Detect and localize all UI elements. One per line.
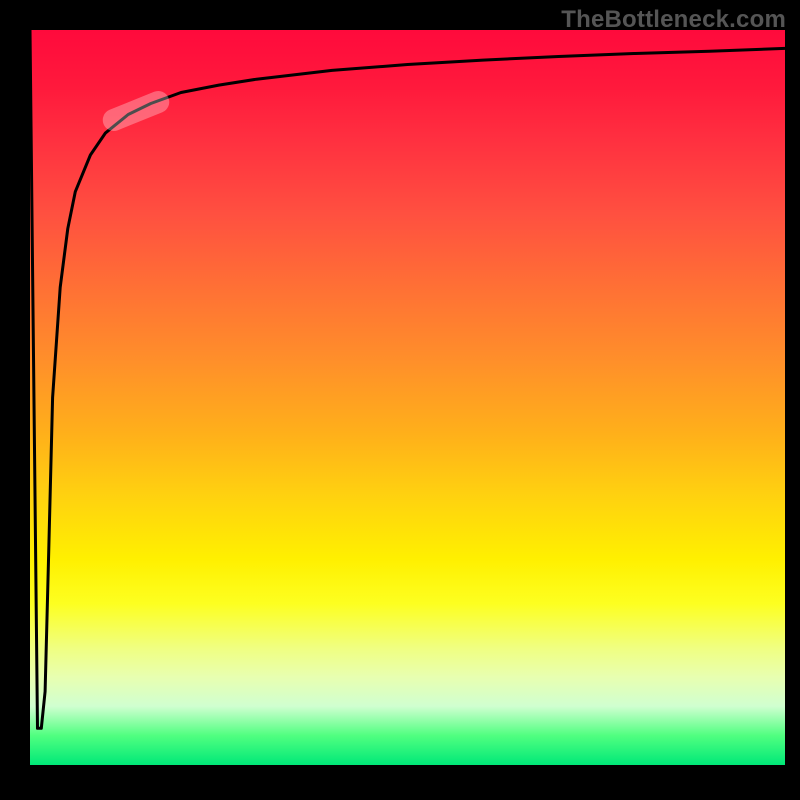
plot-gradient-background bbox=[30, 30, 785, 765]
watermark-text: TheBottleneck.com bbox=[561, 6, 786, 34]
chart-container: TheBottleneck.com bbox=[0, 0, 800, 800]
